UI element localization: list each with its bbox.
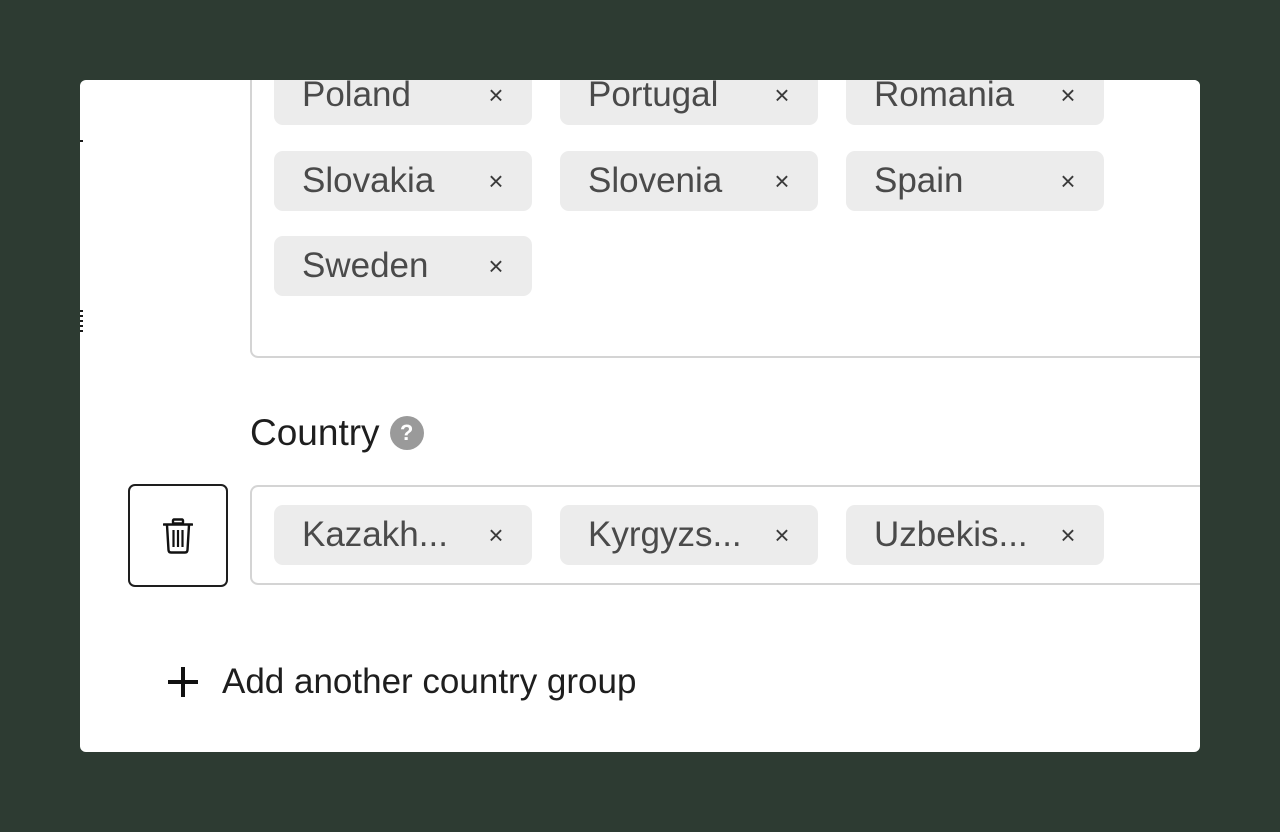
tag-label: Portugal: [588, 80, 719, 114]
tag-label: Kyrgyzs...: [588, 515, 742, 554]
remove-tag-icon[interactable]: ×: [1056, 168, 1080, 194]
remove-tag-icon[interactable]: ×: [770, 522, 794, 548]
country-multiselect-2[interactable]: Kazakh... × Kyrgyzs... × Uzbekis... ×: [250, 485, 1200, 585]
remove-tag-icon[interactable]: ×: [484, 522, 508, 548]
country-tag: Sweden ×: [274, 236, 532, 296]
country-tag: Kazakh... ×: [274, 505, 532, 565]
trash-icon: [163, 517, 193, 554]
country-field-label: Country ?: [250, 412, 424, 454]
country-tag: Romania ×: [846, 80, 1104, 125]
help-icon[interactable]: ?: [389, 416, 424, 450]
tag-label: Slovakia: [302, 161, 435, 200]
tag-label: Uzbekis...: [874, 515, 1028, 554]
country-tag: Poland ×: [274, 80, 532, 125]
tag-label: Slovenia: [588, 161, 723, 200]
country-tag: Kyrgyzs... ×: [560, 505, 818, 565]
add-country-group-button[interactable]: Add another country group: [166, 662, 636, 702]
edge-fragment: [80, 140, 83, 142]
plus-icon: [166, 665, 200, 699]
country-tag: Spain ×: [846, 151, 1104, 211]
add-country-group-label: Add another country group: [222, 662, 637, 701]
tag-label: Poland: [302, 80, 411, 114]
tag-label: Sweden: [302, 246, 429, 285]
remove-tag-icon[interactable]: ×: [484, 82, 508, 108]
delete-group-button[interactable]: [128, 484, 228, 587]
remove-tag-icon[interactable]: ×: [770, 168, 794, 194]
country-label-text: Country: [250, 412, 380, 453]
tag-label: Romania: [874, 80, 1015, 114]
remove-tag-icon[interactable]: ×: [1056, 522, 1080, 548]
country-tag: Uzbekis... ×: [846, 505, 1104, 565]
country-tag: Portugal ×: [560, 80, 818, 125]
remove-tag-icon[interactable]: ×: [484, 168, 508, 194]
remove-tag-icon[interactable]: ×: [770, 82, 794, 108]
country-multiselect-1[interactable]: Poland × Portugal × Romania × Slovakia ×…: [250, 80, 1200, 358]
tag-label: Kazakh...: [302, 515, 448, 554]
remove-tag-icon[interactable]: ×: [484, 253, 508, 279]
country-tag: Slovakia ×: [274, 151, 532, 211]
country-tag: Slovenia ×: [560, 151, 818, 211]
edge-fragment: [80, 310, 83, 332]
remove-tag-icon[interactable]: ×: [1056, 82, 1080, 108]
country-groups-card: Poland × Portugal × Romania × Slovakia ×…: [80, 80, 1200, 752]
tag-label: Spain: [874, 161, 964, 200]
